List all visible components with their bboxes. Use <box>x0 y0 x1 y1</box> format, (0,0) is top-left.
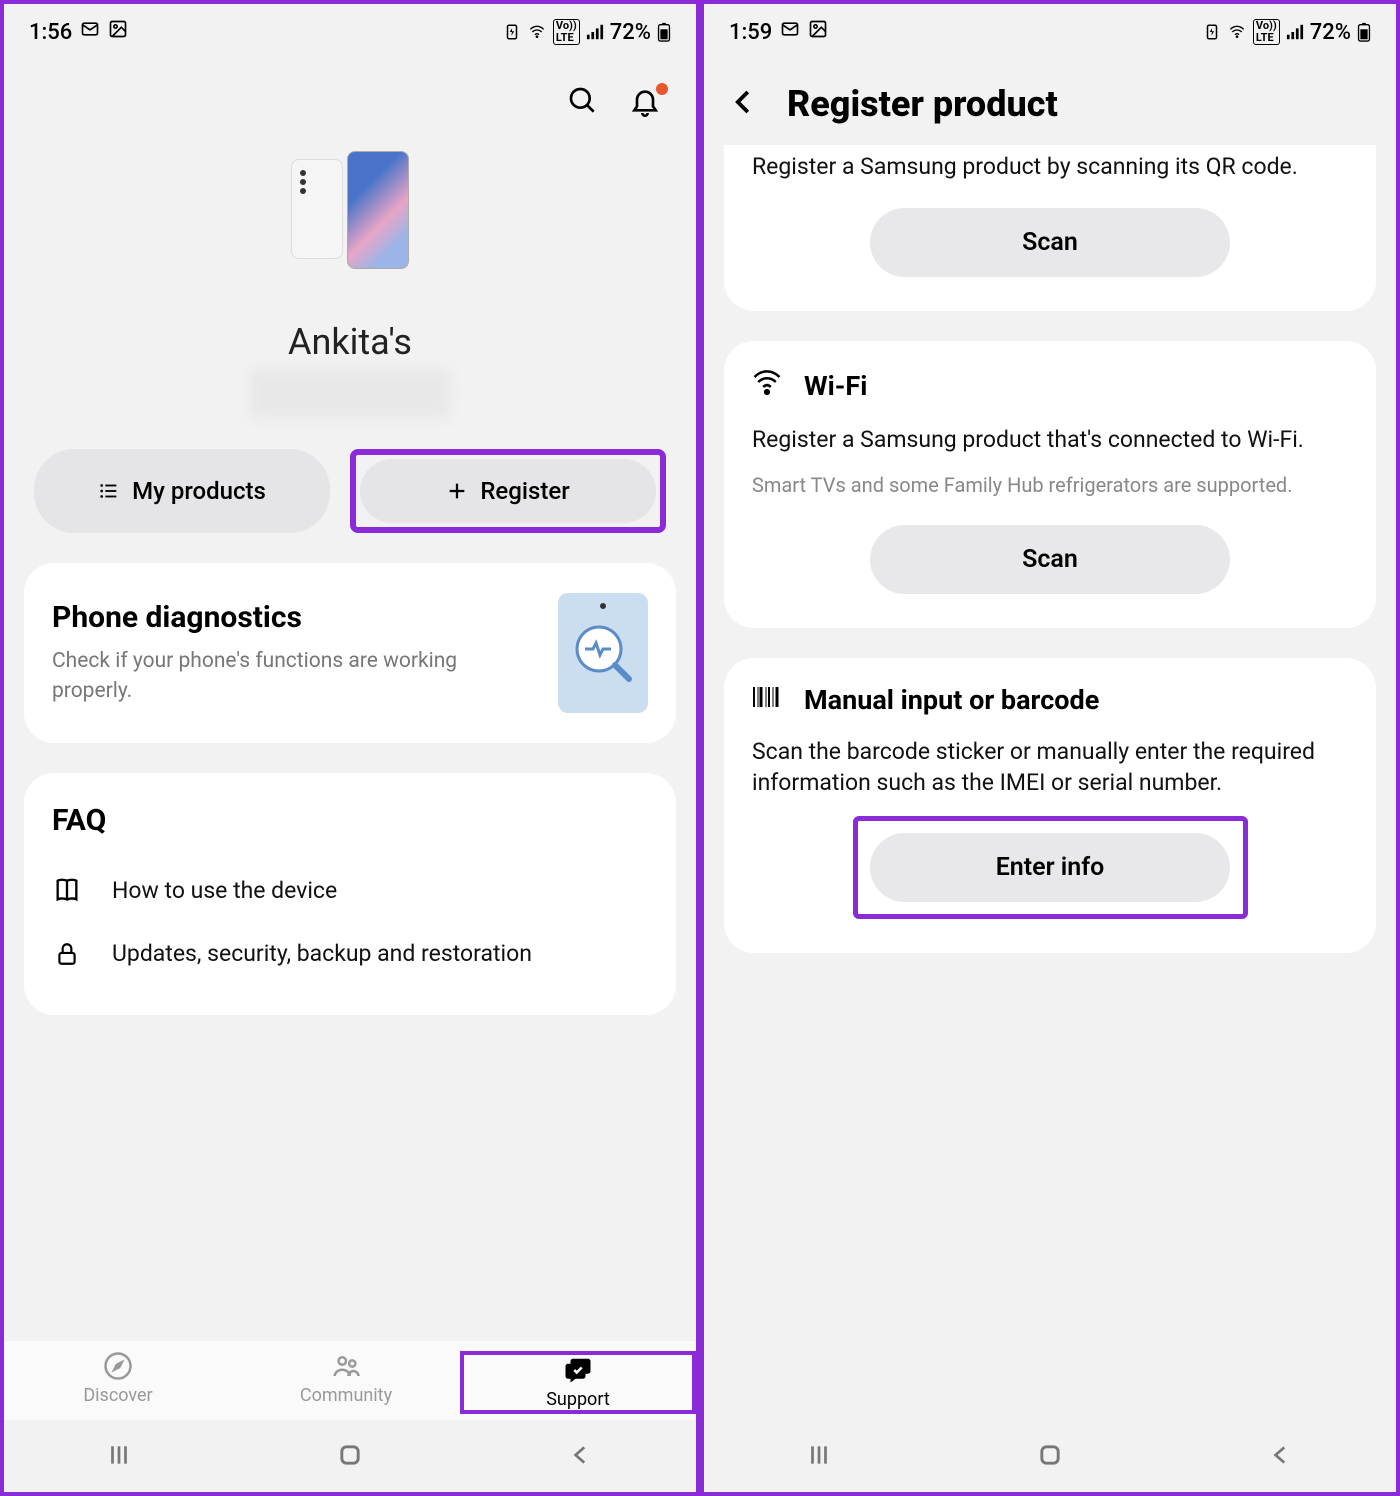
device-hero: Ankita's <box>4 131 696 449</box>
signal-icon <box>586 24 604 40</box>
chat-check-icon <box>563 1355 593 1385</box>
faq-card: FAQ How to use the device Updates, secur… <box>24 773 676 1015</box>
battery-charging-icon <box>503 23 521 41</box>
wifi-icon <box>527 24 547 40</box>
back-button[interactable] <box>1268 1442 1294 1472</box>
wifi-icon <box>1227 24 1247 40</box>
manual-card: Manual input or barcode Scan the barcode… <box>724 658 1376 953</box>
faq-item-updates[interactable]: Updates, security, backup and restoratio… <box>52 922 648 985</box>
status-time: 1:56 <box>29 20 72 45</box>
wifi-scan-button[interactable]: Scan <box>870 525 1230 594</box>
system-nav <box>4 1422 696 1492</box>
home-button[interactable] <box>1036 1441 1064 1473</box>
recents-button[interactable] <box>806 1442 832 1472</box>
qr-scan-button[interactable]: Scan <box>870 208 1230 277</box>
nav-label: Discover <box>83 1385 152 1406</box>
notification-dot <box>656 83 668 95</box>
battery-charging-icon <box>1203 23 1221 41</box>
faq-item-label: How to use the device <box>112 877 337 904</box>
nav-community[interactable]: Community <box>232 1351 460 1414</box>
wifi-desc: Register a Samsung product that's connec… <box>752 424 1348 455</box>
device-image <box>290 151 410 301</box>
page-title: Register product <box>787 83 1058 125</box>
status-bar: 1:59 Vo))LTE 72% <box>704 4 1396 55</box>
bottom-nav: Discover Community Support <box>4 1341 696 1420</box>
volte-icon: Vo))LTE <box>553 19 580 45</box>
back-button[interactable] <box>568 1442 594 1472</box>
battery-icon <box>657 22 671 42</box>
signal-icon <box>1286 24 1304 40</box>
home-button[interactable] <box>336 1441 364 1473</box>
device-model-redacted <box>250 369 450 419</box>
system-nav <box>704 1422 1396 1492</box>
search-icon[interactable] <box>567 85 599 121</box>
register-label: Register <box>480 477 569 505</box>
faq-item-how-to-use[interactable]: How to use the device <box>52 858 648 922</box>
nav-discover[interactable]: Discover <box>4 1351 232 1414</box>
back-icon[interactable] <box>729 87 759 121</box>
recents-button[interactable] <box>106 1442 132 1472</box>
my-products-button[interactable]: My products <box>34 449 330 533</box>
register-button[interactable]: Register <box>360 459 656 523</box>
battery-percent: 72% <box>610 20 651 45</box>
people-icon <box>331 1351 361 1381</box>
wifi-icon <box>752 367 782 404</box>
manual-title: Manual input or barcode <box>804 684 1099 716</box>
wifi-card: Wi-Fi Register a Samsung product that's … <box>724 341 1376 628</box>
battery-percent: 72% <box>1310 20 1351 45</box>
enter-info-highlight: Enter info <box>853 816 1248 919</box>
screen-samsung-members-support: 1:56 Vo))LTE 72% A <box>0 0 700 1496</box>
compass-icon <box>103 1351 133 1381</box>
manual-desc: Scan the barcode sticker or manually ent… <box>752 736 1348 798</box>
diagnostics-title: Phone diagnostics <box>52 600 538 635</box>
gmail-icon <box>80 19 100 45</box>
book-icon <box>52 876 82 904</box>
qr-scan-card: Register a Samsung product by scanning i… <box>724 145 1376 311</box>
register-button-highlight: Register <box>350 449 666 533</box>
barcode-icon <box>752 684 782 716</box>
my-products-label: My products <box>132 477 266 505</box>
phone-diagnostics-card[interactable]: Phone diagnostics Check if your phone's … <box>24 563 676 743</box>
faq-title: FAQ <box>52 803 648 838</box>
qr-desc: Register a Samsung product by scanning i… <box>752 151 1348 182</box>
faq-item-label: Updates, security, backup and restoratio… <box>112 940 532 967</box>
status-time: 1:59 <box>729 20 772 45</box>
enter-info-button[interactable]: Enter info <box>870 833 1230 902</box>
nav-support[interactable]: Support <box>460 1351 696 1414</box>
image-icon <box>808 19 828 45</box>
lock-icon <box>52 941 82 967</box>
diagnostics-sub: Check if your phone's functions are work… <box>52 647 538 706</box>
status-bar: 1:56 Vo))LTE 72% <box>4 4 696 55</box>
wifi-title: Wi-Fi <box>804 370 867 402</box>
image-icon <box>108 19 128 45</box>
nav-label: Community <box>300 1385 392 1406</box>
diagnostics-icon <box>558 593 648 713</box>
device-name: Ankita's <box>288 321 412 363</box>
screen-register-product: 1:59 Vo))LTE 72% Register product Regist… <box>700 0 1400 1496</box>
nav-label: Support <box>546 1389 610 1410</box>
volte-icon: Vo))LTE <box>1253 19 1280 45</box>
gmail-icon <box>780 19 800 45</box>
battery-icon <box>1357 22 1371 42</box>
wifi-sub: Smart TVs and some Family Hub refrigerat… <box>752 471 1348 499</box>
